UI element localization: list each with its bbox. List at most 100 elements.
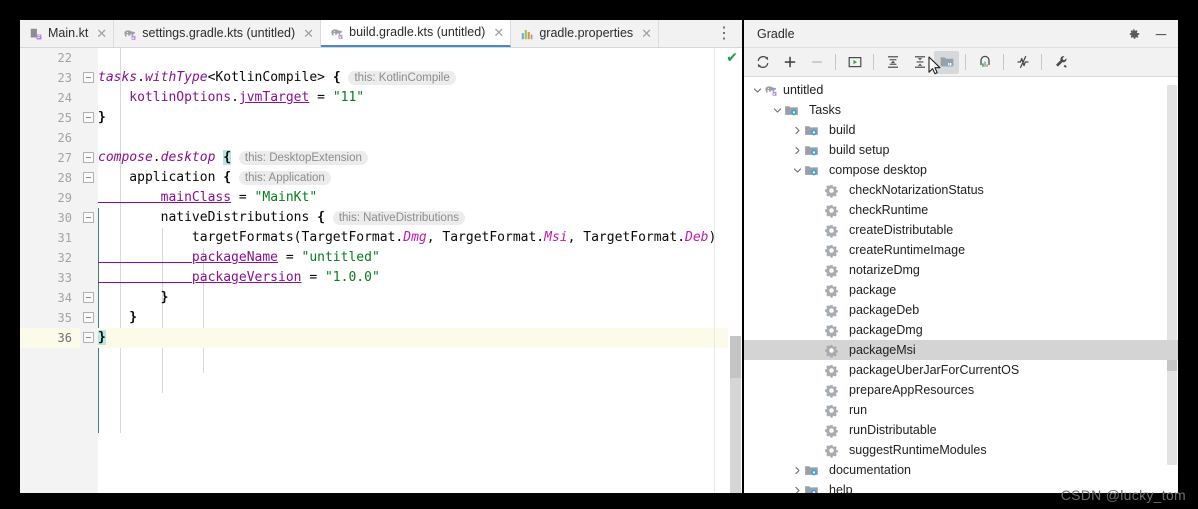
tree-item-untitled[interactable]: untitled [744, 80, 1178, 100]
code-fold-toggle[interactable] [83, 292, 94, 303]
code-token: kotlinOptions [98, 90, 232, 105]
editor-tab-build-gradle-kts[interactable]: build.gradle.kts (untitled) ✕ [321, 20, 512, 47]
code-line[interactable] [98, 48, 742, 68]
tree-item-label: packageDmg [849, 322, 923, 337]
tree-item-tasks[interactable]: Tasks [744, 100, 1178, 120]
code-fold-toggle[interactable] [83, 172, 94, 183]
toggle-offline-icon[interactable] [1010, 51, 1035, 74]
code-line[interactable]: mainClass = "MainKt" [98, 188, 742, 208]
line-number: 26 [57, 131, 72, 145]
inspection-status-icon[interactable]: ✔ [726, 50, 738, 66]
code-token: = [309, 90, 333, 105]
chevron-right-icon[interactable] [790, 126, 804, 135]
show-tasks-grouped-icon[interactable] [934, 50, 959, 74]
code-fold-toggle[interactable] [83, 312, 94, 323]
line-number: 28 [57, 171, 72, 185]
collapse-all-icon[interactable] [907, 51, 932, 74]
chevron-down-icon[interactable] [770, 106, 784, 115]
tree-item-checkruntime[interactable]: checkRuntime [744, 200, 1178, 220]
editor-tab-gradle-properties[interactable]: gradle.properties ✕ [511, 20, 660, 47]
hide-minimize-icon[interactable] [1154, 27, 1168, 41]
tree-item-notarizedmg[interactable]: notarizeDmg [744, 260, 1178, 280]
chevron-right-icon[interactable] [790, 486, 804, 493]
code-token: Deb [685, 230, 709, 245]
tree-item-label: help [829, 482, 853, 493]
tree-item-prepareappresources[interactable]: prepareAppResources [744, 380, 1178, 400]
code-line[interactable]: nativeDistributions { this: NativeDistri… [98, 208, 742, 228]
editor-tab-settings-gradle-kts[interactable]: settings.gradle.kts (untitled) ✕ [114, 20, 322, 47]
gradle-panel-header: Gradle [744, 20, 1178, 48]
gear-task-icon [824, 363, 844, 378]
task-folder-icon [804, 143, 824, 158]
tree-item-build-setup[interactable]: build setup [744, 140, 1178, 160]
tree-item-rundistributable[interactable]: runDistributable [744, 420, 1178, 440]
tree-item-packagedmg[interactable]: packageDmg [744, 320, 1178, 340]
editor-scrollbar-thumb-active[interactable] [730, 336, 741, 378]
add-icon[interactable] [777, 51, 802, 74]
close-icon[interactable]: ✕ [303, 27, 314, 40]
code-line[interactable]: targetFormats(TargetFormat.Dmg, TargetFo… [98, 228, 742, 248]
tree-item-documentation[interactable]: documentation [744, 460, 1178, 480]
code-line[interactable]: } [98, 108, 742, 128]
tree-item-suggestruntimemodules[interactable]: suggestRuntimeModules [744, 440, 1178, 460]
code-line[interactable]: } [98, 328, 742, 348]
chevron-down-icon[interactable] [790, 166, 804, 175]
code-line[interactable]: } [98, 288, 742, 308]
analyze-dependencies-icon[interactable] [972, 51, 997, 74]
gear-task-icon [824, 383, 844, 398]
tree-item-createruntimeimage[interactable]: createRuntimeImage [744, 240, 1178, 260]
code-line[interactable]: } [98, 308, 742, 328]
code-line[interactable]: compose.desktop { this: DesktopExtension [98, 148, 742, 168]
code-line[interactable]: tasks.withType<KotlinCompile> { this: Ko… [98, 68, 742, 88]
tree-item-packagedeb[interactable]: packageDeb [744, 300, 1178, 320]
code-fold-toggle[interactable] [83, 152, 94, 163]
close-icon[interactable]: ✕ [641, 27, 652, 40]
code-text-area[interactable]: tasks.withType<KotlinCompile> { this: Ko… [98, 48, 742, 493]
editor-tab-label: settings.gradle.kts (untitled) [142, 26, 296, 41]
tab-overflow-menu-icon[interactable]: ⋮ [706, 20, 742, 47]
editor-pane: Main.kt ✕ settings.gradle.kts (untitled) ✕ b… [20, 20, 742, 493]
settings-gear-icon[interactable] [1127, 27, 1141, 41]
code-token: tasks [98, 70, 138, 85]
code-line[interactable]: packageVersion = "1.0.0" [98, 268, 742, 288]
tree-item-label: Tasks [809, 102, 841, 117]
tree-item-label: run [849, 402, 868, 417]
code-fold-toggle[interactable] [83, 212, 94, 223]
watermark-text: CSDN @lucky_tom [1060, 487, 1186, 503]
expand-all-icon[interactable] [880, 51, 905, 74]
build-tool-settings-icon[interactable] [1048, 51, 1073, 74]
editor-tab-main-kt[interactable]: Main.kt ✕ [20, 20, 115, 47]
editor-scrollbar-track[interactable] [728, 66, 742, 493]
code-token: { [223, 170, 232, 185]
tree-item-createdistributable[interactable]: createDistributable [744, 220, 1178, 240]
tree-item-package[interactable]: package [744, 280, 1178, 300]
code-fold-toggle[interactable] [83, 72, 94, 83]
remove-icon[interactable] [804, 51, 829, 74]
gradle-task-tree[interactable]: untitled Tasks build build setup compose des… [744, 77, 1178, 493]
code-line[interactable] [98, 128, 742, 148]
code-line[interactable]: kotlinOptions.jvmTarget = "11" [98, 88, 742, 108]
close-icon[interactable]: ✕ [493, 26, 504, 39]
tree-item-run[interactable]: run [744, 400, 1178, 420]
code-token: "untitled" [301, 250, 380, 265]
code-token: packageName [98, 250, 279, 265]
tree-item-compose-desktop[interactable]: compose desktop [744, 160, 1178, 180]
code-token: jvmTarget [238, 90, 310, 105]
code-line[interactable]: application { this: Application [98, 168, 742, 188]
refresh-icon[interactable] [750, 51, 775, 74]
tree-item-packageuberjarforcurrentos[interactable]: packageUberJarForCurrentOS [744, 360, 1178, 380]
tree-item-checknotarizationstatus[interactable]: checkNotarizationStatus [744, 180, 1178, 200]
code-folding-gutter[interactable] [80, 48, 98, 493]
tree-item-label: build setup [829, 142, 890, 157]
code-line[interactable]: packageName = "untitled" [98, 248, 742, 268]
code-fold-toggle[interactable] [83, 112, 94, 123]
run-task-icon[interactable] [842, 51, 867, 74]
code-token: . [137, 70, 145, 85]
close-icon[interactable]: ✕ [96, 27, 107, 40]
chevron-down-icon[interactable] [750, 86, 764, 95]
tree-item-packagemsi[interactable]: packageMsi [744, 340, 1178, 360]
tree-item-build[interactable]: build [744, 120, 1178, 140]
code-fold-toggle[interactable] [83, 332, 94, 343]
chevron-right-icon[interactable] [790, 146, 804, 155]
chevron-right-icon[interactable] [790, 466, 804, 475]
